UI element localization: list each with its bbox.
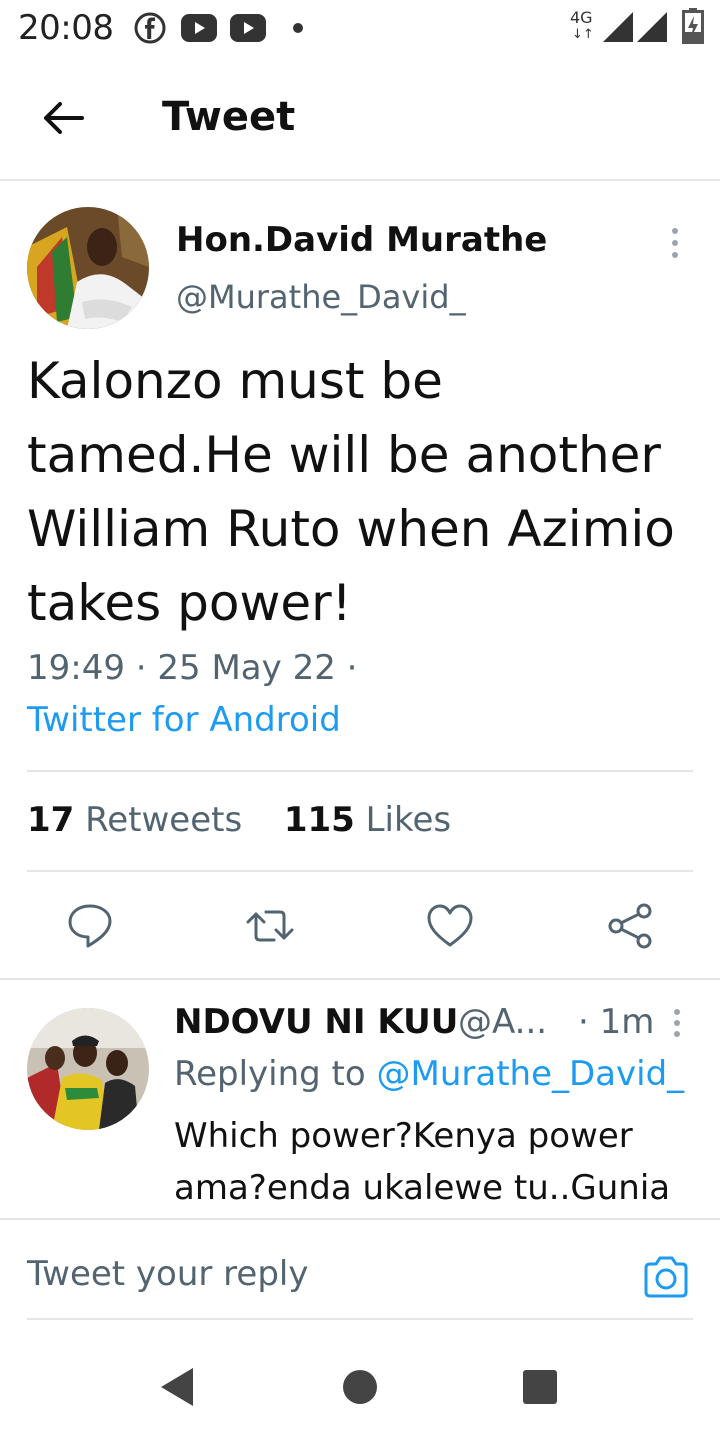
reply-author-avatar[interactable] — [27, 1008, 149, 1130]
facebook-icon — [134, 12, 166, 44]
nav-recents-icon[interactable] — [515, 1362, 565, 1412]
reply-time: · 1m — [578, 1002, 655, 1042]
status-bar: 20:08 4G ↓↑ — [0, 0, 720, 56]
reply-text: Which power?Kenya power ama?enda ukalewe… — [174, 1116, 671, 1208]
more-options-icon[interactable] — [660, 226, 690, 260]
reply-input[interactable]: Tweet your reply — [27, 1254, 308, 1294]
battery-charging-icon — [682, 8, 704, 44]
app-header: Tweet — [0, 56, 720, 181]
author-handle[interactable]: @Murathe_David_ — [176, 278, 466, 316]
reply-author-name[interactable]: NDOVU NI KUU — [174, 1002, 458, 1042]
signal-icon — [637, 12, 667, 42]
signal-icon — [603, 12, 633, 42]
author-avatar[interactable] — [27, 207, 149, 329]
network-type: 4G — [570, 8, 593, 27]
author-name[interactable]: Hon.David Murathe — [176, 220, 547, 260]
nav-home-icon[interactable] — [335, 1362, 385, 1412]
dot-icon — [293, 23, 303, 33]
tweet-stats: 17 Retweets 115 Likes — [27, 800, 451, 840]
divider — [0, 978, 720, 980]
data-arrows-icon: ↓↑ — [572, 27, 594, 42]
retweets-count[interactable]: 17 — [27, 800, 74, 840]
nav-back-icon[interactable] — [155, 1362, 205, 1412]
retweet-icon[interactable] — [244, 900, 296, 952]
youtube-icon — [181, 14, 217, 42]
youtube-icon — [230, 14, 266, 42]
replying-to-label: Replying to — [174, 1054, 366, 1094]
likes-count[interactable]: 115 — [284, 800, 355, 840]
likes-label[interactable]: Likes — [366, 800, 452, 840]
reply-icon[interactable] — [64, 900, 116, 952]
reply-composer: Tweet your reply — [0, 1218, 720, 1320]
divider — [27, 870, 693, 872]
divider — [27, 770, 693, 772]
camera-icon[interactable] — [640, 1252, 692, 1304]
reply-author-handle[interactable]: @A... — [458, 1002, 547, 1042]
tweet-source-link[interactable]: Twitter for Android — [27, 700, 341, 740]
replying-to: Replying to @Murathe_David_ — [174, 1054, 684, 1094]
more-options-icon[interactable] — [662, 1008, 692, 1038]
like-heart-icon[interactable] — [424, 900, 476, 952]
retweets-label[interactable]: Retweets — [85, 800, 242, 840]
back-arrow-icon[interactable] — [38, 94, 88, 144]
tweet-timestamp: 19:49 · 25 May 22 · — [27, 648, 358, 688]
status-time: 20:08 — [18, 8, 114, 48]
divider — [27, 1318, 693, 1320]
replying-to-mention[interactable]: @Murathe_David_ — [377, 1054, 685, 1094]
page-title: Tweet — [162, 94, 296, 140]
share-icon[interactable] — [604, 900, 656, 952]
tweet-text: Kalonzo must be tamed.He will be another… — [27, 352, 675, 632]
